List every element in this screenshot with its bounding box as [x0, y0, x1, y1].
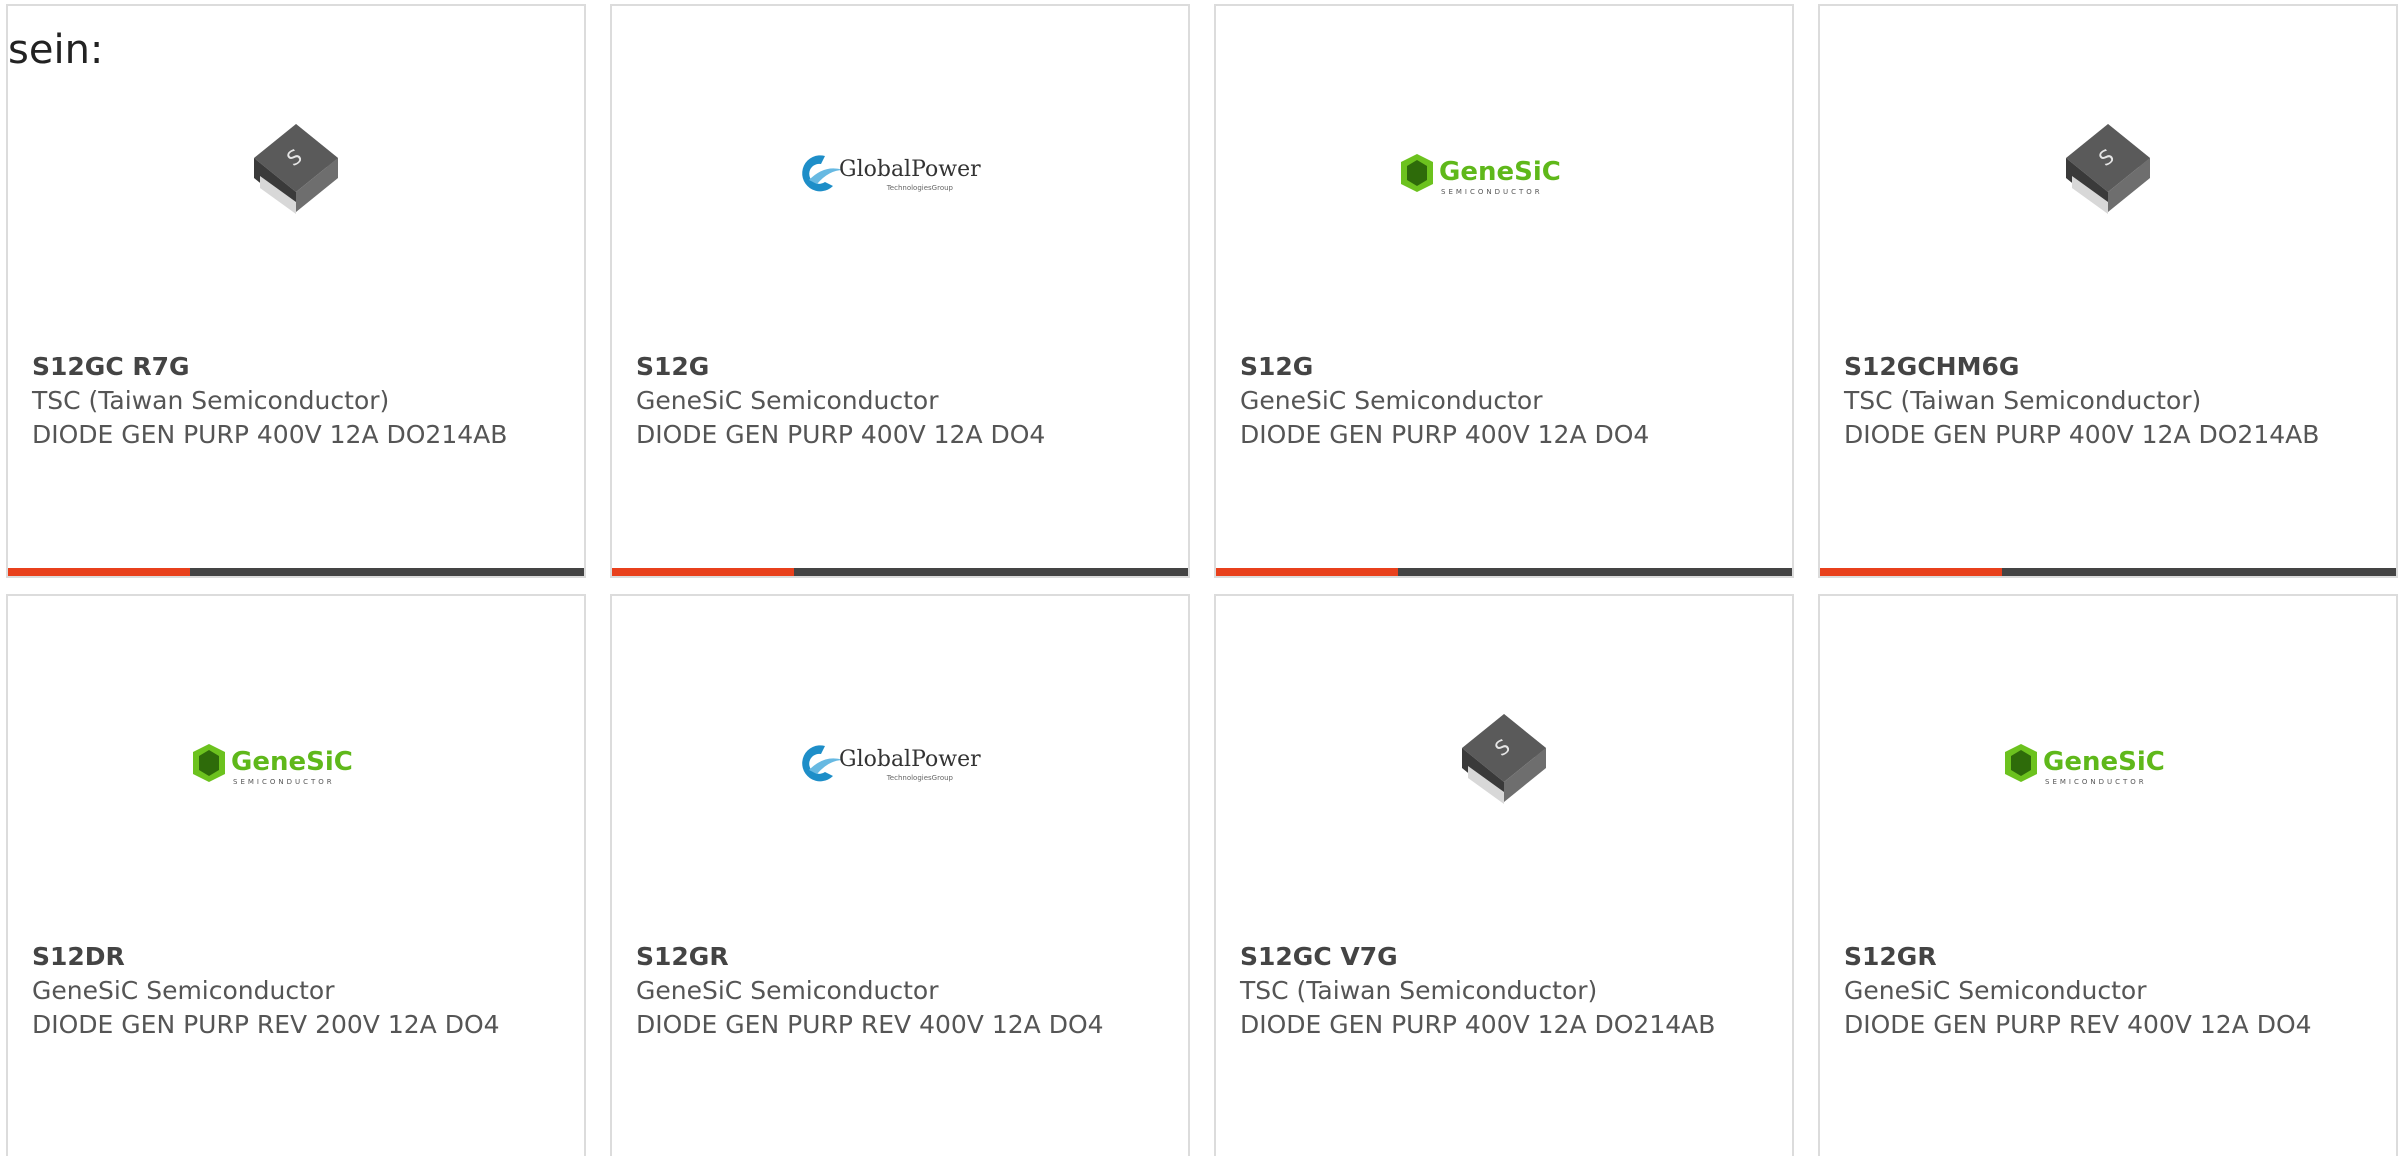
globalpower-logo-name: GlobalPower: [839, 747, 981, 772]
manufacturer: GeneSiC Semiconductor: [1240, 386, 1543, 415]
part-number: S12GC R7G: [32, 352, 190, 381]
product-info: S12GR GeneSiC Semiconductor DIODE GEN PU…: [636, 940, 1168, 1042]
product-info: S12GC R7G TSC (Taiwan Semiconductor) DIO…: [32, 350, 564, 452]
card-accent-bar: [8, 568, 190, 576]
card-bottom-bar: [8, 568, 584, 576]
globalpower-logo-sub: TechnologiesGroup: [886, 184, 954, 192]
card-bottom-bar: [1820, 568, 2396, 576]
product-card[interactable]: S S12GC R7G TSC (Taiwan Semiconductor) D…: [6, 4, 586, 578]
part-number: S12GCHM6G: [1844, 352, 2020, 381]
product-card[interactable]: S S12GC V7G TSC (Taiwan Semiconductor) D…: [1214, 594, 1794, 1156]
part-number: S12G: [636, 352, 710, 381]
description: DIODE GEN PURP 400V 12A DO214AB: [32, 420, 508, 449]
product-image: S: [1216, 676, 1792, 856]
product-info: S12GR GeneSiC Semiconductor DIODE GEN PU…: [1844, 940, 2376, 1042]
product-card[interactable]: GeneSiC SEMICONDUCTOR S12G GeneSiC Semic…: [1214, 4, 1794, 578]
part-number: S12GR: [636, 942, 729, 971]
product-card[interactable]: GlobalPower TechnologiesGroup S12G GeneS…: [610, 4, 1190, 578]
part-number: S12GR: [1844, 942, 1937, 971]
genesic-logo-sub: SEMICONDUCTOR: [1441, 188, 1543, 196]
manufacturer: TSC (Taiwan Semiconductor): [1844, 386, 2202, 415]
card-accent-bar: [1820, 568, 2002, 576]
product-image: GeneSiC SEMICONDUCTOR: [8, 676, 584, 856]
product-listing: sein: S S12GC R7G TSC (Taiwan Semiconduc…: [0, 0, 2400, 1156]
globalpower-logo-name: GlobalPower: [839, 157, 981, 182]
description: DIODE GEN PURP 400V 12A DO4: [1240, 420, 1650, 449]
manufacturer: GeneSiC Semiconductor: [32, 976, 335, 1005]
manufacturer: TSC (Taiwan Semiconductor): [1240, 976, 1598, 1005]
genesic-logo-sub: SEMICONDUCTOR: [233, 778, 335, 786]
description: DIODE GEN PURP REV 400V 12A DO4: [636, 1010, 1104, 1039]
card-accent-bar: [1216, 568, 1398, 576]
product-card[interactable]: GlobalPower TechnologiesGroup S12GR Gene…: [610, 594, 1190, 1156]
intro-text: sein:: [8, 27, 104, 73]
part-number: S12G: [1240, 352, 1314, 381]
globalpower-logo: GlobalPower TechnologiesGroup: [795, 146, 1005, 206]
genesic-logo: GeneSiC SEMICONDUCTOR: [1399, 146, 1609, 206]
card-bottom-bar: [1216, 568, 1792, 576]
smd-diode-package-icon: S: [2058, 116, 2158, 236]
description: DIODE GEN PURP 400V 12A DO214AB: [1844, 420, 2320, 449]
product-image: GlobalPower TechnologiesGroup: [612, 676, 1188, 856]
genesic-logo-sub: SEMICONDUCTOR: [2045, 778, 2147, 786]
product-info: S12DR GeneSiC Semiconductor DIODE GEN PU…: [32, 940, 564, 1042]
manufacturer: GeneSiC Semiconductor: [636, 976, 939, 1005]
card-accent-bar: [612, 568, 794, 576]
product-image: S: [8, 86, 584, 266]
description: DIODE GEN PURP REV 200V 12A DO4: [32, 1010, 500, 1039]
description: DIODE GEN PURP 400V 12A DO4: [636, 420, 1046, 449]
product-info: S12GCHM6G TSC (Taiwan Semiconductor) DIO…: [1844, 350, 2376, 452]
product-card[interactable]: GeneSiC SEMICONDUCTOR S12GR GeneSiC Semi…: [1818, 594, 2398, 1156]
part-number: S12GC V7G: [1240, 942, 1398, 971]
manufacturer: GeneSiC Semiconductor: [1844, 976, 2147, 1005]
manufacturer: TSC (Taiwan Semiconductor): [32, 386, 390, 415]
product-info: S12GC V7G TSC (Taiwan Semiconductor) DIO…: [1240, 940, 1772, 1042]
product-info: S12G GeneSiC Semiconductor DIODE GEN PUR…: [1240, 350, 1772, 452]
product-image: GeneSiC SEMICONDUCTOR: [1820, 676, 2396, 856]
genesic-logo-name: GeneSiC: [1439, 157, 1561, 187]
product-card[interactable]: GeneSiC SEMICONDUCTOR S12DR GeneSiC Semi…: [6, 594, 586, 1156]
product-card[interactable]: S S12GCHM6G TSC (Taiwan Semiconductor) D…: [1818, 4, 2398, 578]
smd-diode-package-icon: S: [246, 116, 346, 236]
globalpower-logo-sub: TechnologiesGroup: [886, 774, 954, 782]
product-image: S: [1820, 86, 2396, 266]
description: DIODE GEN PURP 400V 12A DO214AB: [1240, 1010, 1716, 1039]
product-image: GlobalPower TechnologiesGroup: [612, 86, 1188, 266]
genesic-logo: GeneSiC SEMICONDUCTOR: [2003, 736, 2213, 796]
smd-diode-package-icon: S: [1454, 706, 1554, 826]
card-bottom-bar: [612, 568, 1188, 576]
part-number: S12DR: [32, 942, 125, 971]
globalpower-logo: GlobalPower TechnologiesGroup: [795, 736, 1005, 796]
genesic-logo-name: GeneSiC: [2043, 747, 2165, 777]
genesic-logo-name: GeneSiC: [231, 747, 353, 777]
manufacturer: GeneSiC Semiconductor: [636, 386, 939, 415]
product-info: S12G GeneSiC Semiconductor DIODE GEN PUR…: [636, 350, 1168, 452]
description: DIODE GEN PURP REV 400V 12A DO4: [1844, 1010, 2312, 1039]
product-image: GeneSiC SEMICONDUCTOR: [1216, 86, 1792, 266]
genesic-logo: GeneSiC SEMICONDUCTOR: [191, 736, 401, 796]
